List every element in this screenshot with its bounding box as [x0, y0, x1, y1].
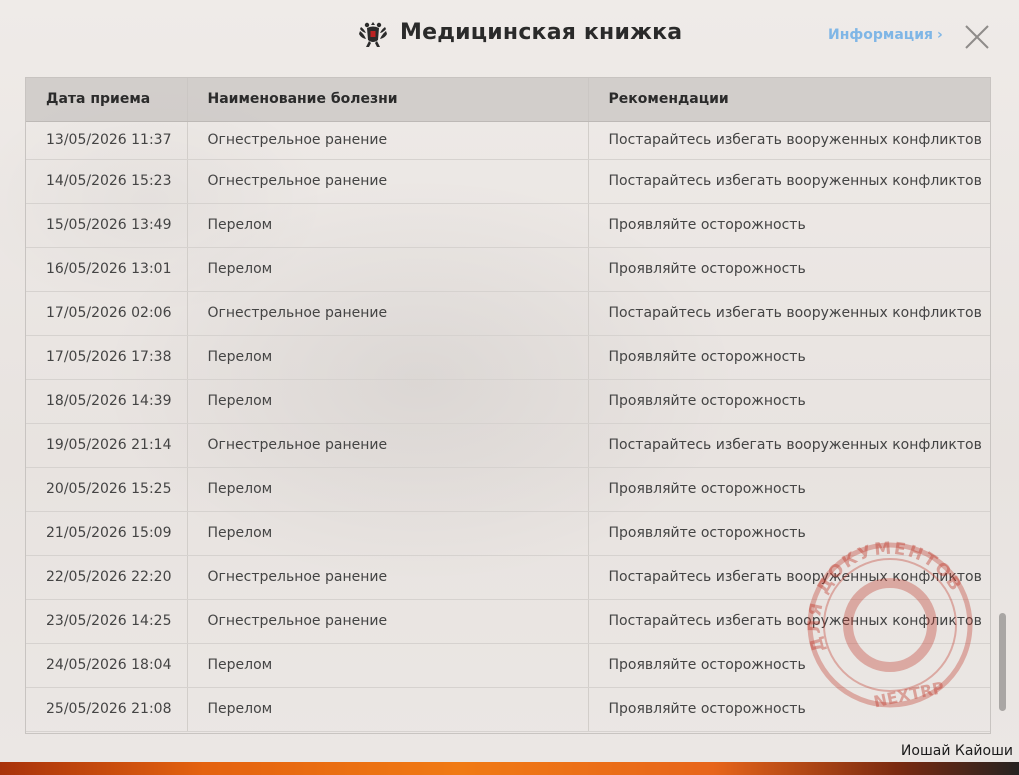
cell-date: 20/05/2026 15:25 — [26, 467, 188, 512]
cell-recommendation: Проявляйте осторожность — [588, 467, 990, 512]
cell-disease: Огнестрельное ранение — [187, 291, 589, 336]
cell-recommendation: Проявляйте осторожность — [588, 687, 990, 732]
cell-disease: Перелом — [187, 687, 589, 732]
cell-disease: Огнестрельное ранение — [187, 159, 589, 204]
chevron-right-icon: › — [937, 27, 943, 43]
cell-recommendation: Проявляйте осторожность — [588, 335, 990, 380]
cell-date: 25/05/2026 21:08 — [26, 687, 188, 732]
cell-recommendation: Проявляйте осторожность — [588, 379, 990, 424]
cell-recommendation: Проявляйте осторожность — [588, 247, 990, 292]
column-header-date: Дата приема — [26, 78, 188, 122]
close-icon[interactable] — [964, 24, 990, 50]
medical-records-table: Дата приема Наименование болезни Рекомен… — [25, 77, 991, 734]
table-row: 17/05/2026 17:38 Перелом Проявляйте осто… — [26, 335, 990, 380]
table-row: 25/05/2026 21:08 Перелом Проявляйте осто… — [26, 687, 990, 732]
table-header-row: Дата приема Наименование болезни Рекомен… — [26, 78, 990, 122]
cell-recommendation: Проявляйте осторожность — [588, 643, 990, 688]
cell-date: 18/05/2026 14:39 — [26, 379, 188, 424]
cell-disease: Перелом — [187, 203, 589, 248]
cell-disease: Огнестрельное ранение — [187, 599, 589, 644]
cell-recommendation: Проявляйте осторожность — [588, 511, 990, 556]
cell-disease: Огнестрельное ранение — [187, 423, 589, 468]
table-row: 15/05/2026 13:49 Перелом Проявляйте осто… — [26, 203, 990, 248]
column-header-disease: Наименование болезни — [187, 78, 589, 122]
cell-date: 19/05/2026 21:14 — [26, 423, 188, 468]
cell-recommendation: Постарайтесь избегать вооруженных конфли… — [588, 555, 990, 600]
page-title: Медицинская книжка — [400, 20, 683, 45]
cell-recommendation: Проявляйте осторожность — [588, 203, 990, 248]
cell-recommendation: Постарайтесь избегать вооруженных конфли… — [588, 423, 990, 468]
username-label: Иошай Кайоши — [900, 743, 1013, 759]
cell-recommendation: Постарайтесь избегать вооруженных конфли… — [588, 159, 990, 204]
table-row: 20/05/2026 15:25 Перелом Проявляйте осто… — [26, 467, 990, 512]
table-row: 22/05/2026 22:20 Огнестрельное ранение П… — [26, 555, 990, 600]
cell-date: 15/05/2026 13:49 — [26, 203, 188, 248]
table-row: 19/05/2026 21:14 Огнестрельное ранение П… — [26, 423, 990, 468]
cell-date: 23/05/2026 14:25 — [26, 599, 188, 644]
info-link-label: Информация — [828, 27, 933, 43]
cell-disease: Перелом — [187, 643, 589, 688]
info-link[interactable]: Информация › — [828, 27, 943, 43]
table-row: 16/05/2026 13:01 Перелом Проявляйте осто… — [26, 247, 990, 292]
cell-disease: Перелом — [187, 247, 589, 292]
table-row: 21/05/2026 15:09 Перелом Проявляйте осто… — [26, 511, 990, 556]
cell-date: 22/05/2026 22:20 — [26, 555, 188, 600]
table-row: 14/05/2026 15:23 Огнестрельное ранение П… — [26, 159, 990, 204]
column-header-recommendation: Рекомендации — [588, 78, 990, 122]
table-row: 17/05/2026 02:06 Огнестрельное ранение П… — [26, 291, 990, 336]
scrollbar-thumb[interactable] — [999, 613, 1006, 711]
cell-date: 17/05/2026 02:06 — [26, 291, 188, 336]
table-row: 18/05/2026 14:39 Перелом Проявляйте осто… — [26, 379, 990, 424]
table-row: 13/05/2026 11:37 Огнестрельное ранение П… — [26, 121, 990, 160]
cell-disease: Огнестрельное ранение — [187, 121, 589, 160]
cell-date: 16/05/2026 13:01 — [26, 247, 188, 292]
double-headed-eagle-icon — [359, 22, 387, 47]
header: Медицинская книжка Информация › — [0, 0, 1019, 70]
cell-disease: Перелом — [187, 511, 589, 556]
cell-date: 14/05/2026 15:23 — [26, 159, 188, 204]
cell-recommendation: Постарайтесь избегать вооруженных конфли… — [588, 121, 990, 160]
cell-recommendation: Постарайтесь избегать вооруженных конфли… — [588, 291, 990, 336]
cell-date: 17/05/2026 17:38 — [26, 335, 188, 380]
cell-date: 24/05/2026 18:04 — [26, 643, 188, 688]
game-background-strip — [0, 762, 1019, 775]
cell-recommendation: Постарайтесь избегать вооруженных конфли… — [588, 599, 990, 644]
cell-disease: Перелом — [187, 467, 589, 512]
cell-disease: Огнестрельное ранение — [187, 555, 589, 600]
cell-disease: Перелом — [187, 335, 589, 380]
cell-date: 13/05/2026 11:37 — [26, 121, 188, 160]
cell-disease: Перелом — [187, 379, 589, 424]
table-row: 24/05/2026 18:04 Перелом Проявляйте осто… — [26, 643, 990, 688]
cell-date: 21/05/2026 15:09 — [26, 511, 188, 556]
table-row: 23/05/2026 14:25 Огнестрельное ранение П… — [26, 599, 990, 644]
